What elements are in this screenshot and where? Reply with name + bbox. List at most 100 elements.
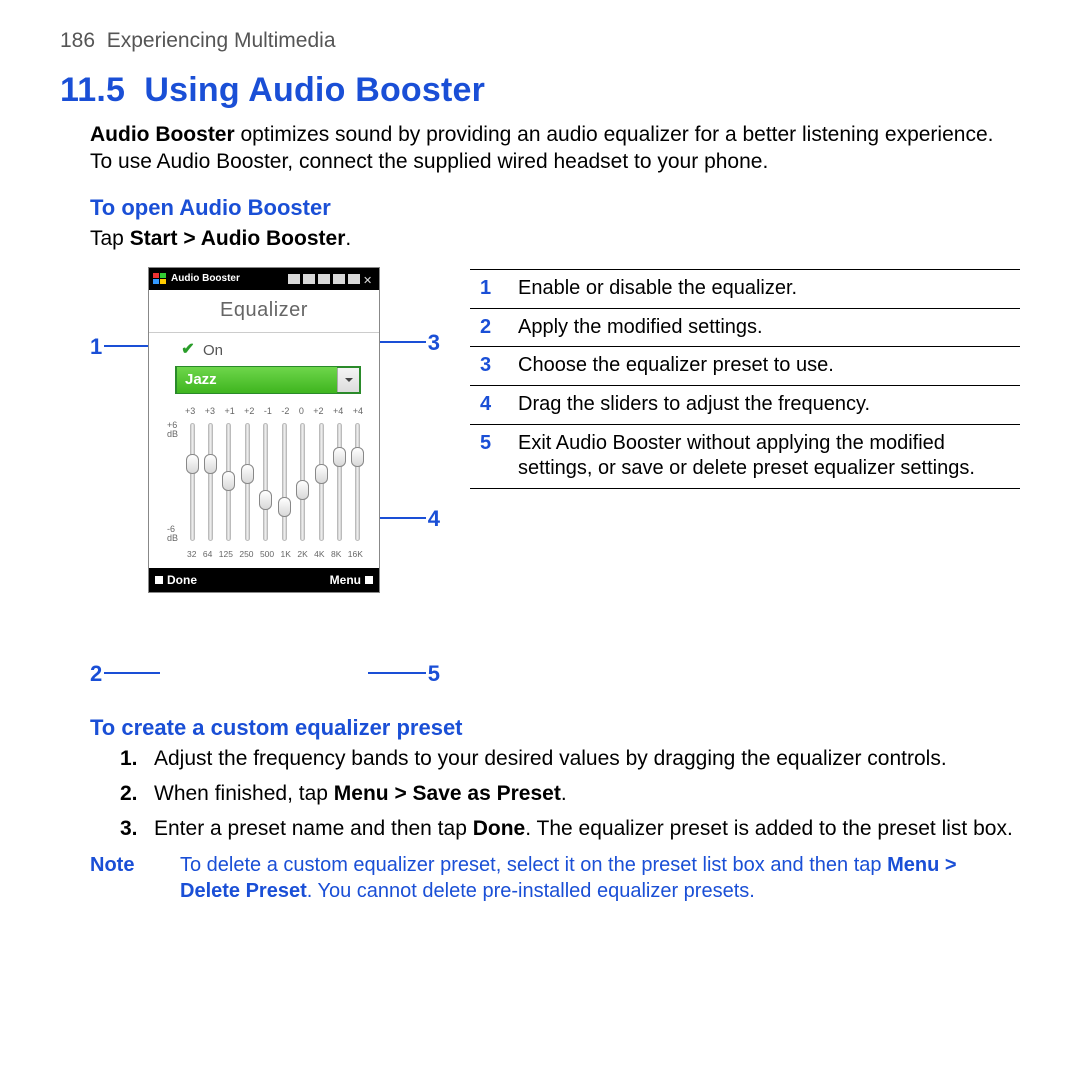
- preset-value: Jazz: [177, 367, 337, 392]
- note-row: Note To delete a custom equalizer preset…: [90, 853, 1020, 904]
- steps-list: 1. Adjust the frequency bands to your des…: [120, 746, 1020, 843]
- slider-track: [190, 423, 195, 541]
- slider-handle[interactable]: [204, 454, 217, 474]
- eq-slider[interactable]: [296, 423, 310, 541]
- create-preset-heading: To create a custom equalizer preset: [90, 714, 1020, 742]
- frequency-label: 16K: [348, 549, 363, 560]
- eq-slider[interactable]: [333, 423, 347, 541]
- frequency-label: 8K: [331, 549, 341, 560]
- phone-app-title: Audio Booster: [171, 273, 284, 286]
- db-bottom-label: -6 dB: [167, 525, 183, 543]
- note-body: To delete a custom equalizer preset, sel…: [180, 853, 1020, 904]
- tap-instruction: Tap Start > Audio Booster.: [90, 226, 1020, 253]
- phone-screenshot: Audio Booster ✕ Equalizer ✔ On Jazz: [148, 267, 380, 593]
- frequency-label: 125: [219, 549, 233, 560]
- slider-handle[interactable]: [278, 497, 291, 517]
- slider-top-value: +4: [333, 406, 343, 418]
- slider-handle[interactable]: [186, 454, 199, 474]
- phone-softkey-bar: Done Menu: [149, 568, 379, 592]
- audio-booster-term: Audio Booster: [90, 123, 235, 146]
- intro-paragraph: Audio Booster optimizes sound by providi…: [90, 122, 1020, 176]
- legend-num: 5: [470, 424, 508, 488]
- slider-handle[interactable]: [333, 447, 346, 467]
- step-text: When finished, tap Menu > Save as Preset…: [154, 781, 567, 808]
- equalizer-on-row[interactable]: ✔ On: [165, 341, 367, 360]
- battery-icon: [348, 274, 360, 284]
- slider-top-value: -2: [281, 406, 289, 418]
- slider-handle[interactable]: [296, 480, 309, 500]
- signal-3g-icon: [303, 274, 315, 284]
- slider-handle[interactable]: [351, 447, 364, 467]
- legend-text: Enable or disable the equalizer.: [508, 270, 1020, 309]
- page-header: 186 Experiencing Multimedia: [60, 28, 1020, 55]
- eq-slider[interactable]: [222, 423, 236, 541]
- callout-3: 3: [428, 329, 440, 357]
- eq-slider[interactable]: [240, 423, 254, 541]
- slider-top-value: 0: [299, 406, 304, 418]
- chapter-name: Experiencing Multimedia: [107, 29, 336, 52]
- figure-and-legend-row: 1 2 3 4 5 Audio Booster ✕: [90, 267, 1020, 692]
- slider-top-value: +3: [185, 406, 195, 418]
- status-icons: ✕: [288, 274, 375, 284]
- callout-4: 4: [428, 505, 440, 533]
- tap-bold: Start > Audio Booster: [130, 227, 346, 250]
- equalizer-sliders[interactable]: [185, 417, 365, 547]
- softkey-menu[interactable]: Menu: [330, 573, 373, 588]
- slider-handle[interactable]: [222, 471, 235, 491]
- note-label: Note: [90, 853, 150, 904]
- legend-row: 4Drag the sliders to adjust the frequenc…: [470, 385, 1020, 424]
- step-prefix: Adjust the frequency bands to your desir…: [154, 747, 947, 770]
- legend-row: 1Enable or disable the equalizer.: [470, 270, 1020, 309]
- eq-slider[interactable]: [203, 423, 217, 541]
- eq-slider[interactable]: [314, 423, 328, 541]
- frequency-label: 64: [203, 549, 212, 560]
- slider-handle[interactable]: [259, 490, 272, 510]
- eq-slider[interactable]: [259, 423, 273, 541]
- callout-2: 2: [90, 660, 102, 688]
- slider-top-value: +1: [224, 406, 234, 418]
- step-number: 1.: [120, 746, 146, 773]
- slider-track: [263, 423, 268, 541]
- chevron-down-icon[interactable]: [337, 368, 359, 392]
- step-row: 1. Adjust the frequency bands to your des…: [120, 746, 1020, 773]
- preset-dropdown[interactable]: Jazz: [175, 366, 361, 394]
- section-number: 11.5: [60, 71, 125, 109]
- eq-slider[interactable]: [351, 423, 365, 541]
- eq-slider[interactable]: [277, 423, 291, 541]
- frequency-label: 4K: [314, 549, 324, 560]
- eq-slider[interactable]: [185, 423, 199, 541]
- slider-handle[interactable]: [315, 464, 328, 484]
- frequency-label: 1K: [281, 549, 291, 560]
- slider-top-value: +4: [353, 406, 363, 418]
- legend-num: 2: [470, 308, 508, 347]
- slider-handle[interactable]: [241, 464, 254, 484]
- softkey-menu-label: Menu: [330, 573, 361, 588]
- step-suffix: . The equalizer preset is added to the p…: [525, 817, 1013, 840]
- slider-track: [208, 423, 213, 541]
- step-text: Adjust the frequency bands to your desir…: [154, 746, 947, 773]
- callout-1: 1: [90, 333, 102, 361]
- slider-track: [355, 423, 360, 541]
- softkey-done[interactable]: Done: [155, 573, 197, 588]
- volume-icon: [333, 274, 345, 284]
- legend-text: Exit Audio Booster without applying the …: [508, 424, 1020, 488]
- checkmark-icon: ✔: [179, 341, 197, 359]
- legend-num: 4: [470, 385, 508, 424]
- close-icon[interactable]: ✕: [363, 274, 375, 284]
- legend-text: Apply the modified settings.: [508, 308, 1020, 347]
- section-heading: Using Audio Booster: [144, 71, 485, 109]
- phone-figure-wrap: 1 2 3 4 5 Audio Booster ✕: [90, 267, 440, 692]
- softkey-right-icon: [365, 576, 373, 584]
- step-row: 2.When finished, tap Menu > Save as Pres…: [120, 781, 1020, 808]
- frequency-label: 500: [260, 549, 274, 560]
- signal-bars-icon: [318, 274, 330, 284]
- note-text-2: . You cannot delete pre-installed equali…: [307, 880, 755, 902]
- frequency-label: 32: [187, 549, 196, 560]
- legend-num: 3: [470, 347, 508, 386]
- slider-top-value: -1: [264, 406, 272, 418]
- legend-text: Drag the sliders to adjust the frequency…: [508, 385, 1020, 424]
- frequency-labels: 32641252505001K2K4K8K16K: [167, 547, 365, 560]
- slider-top-value: +2: [244, 406, 254, 418]
- legend-row: 2Apply the modified settings.: [470, 308, 1020, 347]
- legend-text: Choose the equalizer preset to use.: [508, 347, 1020, 386]
